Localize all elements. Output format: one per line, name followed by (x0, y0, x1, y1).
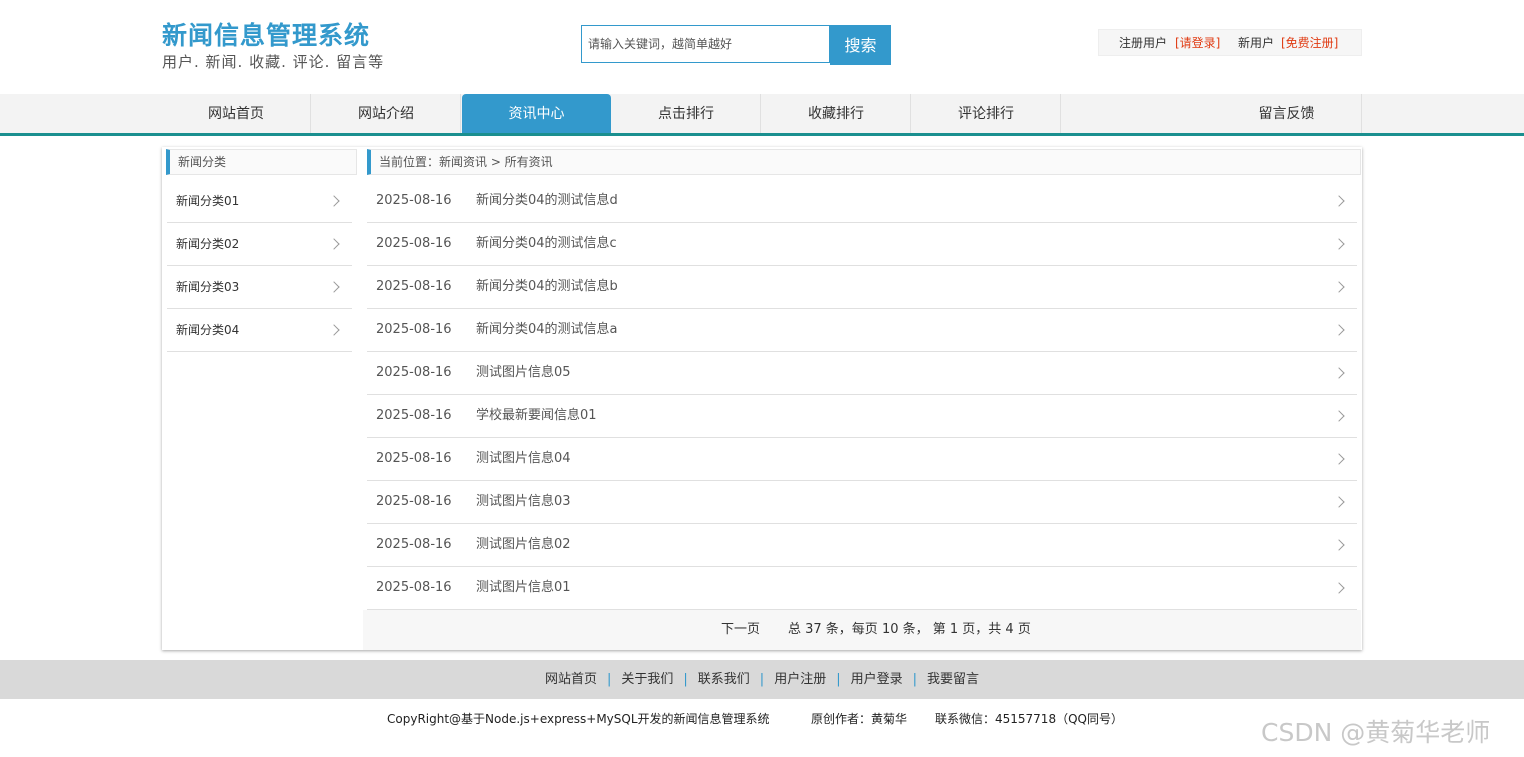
chevron-right-icon (1333, 410, 1345, 422)
footer-separator: | (836, 672, 841, 687)
footer-link-message[interactable]: 我要留言 (927, 672, 979, 687)
footer-link-contact[interactable]: 联系我们 (698, 672, 750, 687)
news-title[interactable]: 新闻分类04的测试信息d (476, 180, 618, 222)
news-title[interactable]: 新闻分类04的测试信息c (476, 223, 617, 265)
category-item[interactable]: 新闻分类01 (167, 180, 352, 223)
nav-item-home[interactable]: 网站首页 (162, 94, 311, 133)
news-item[interactable]: 2025-08-16 测试图片信息03 (367, 481, 1357, 524)
news-item[interactable]: 2025-08-16 新闻分类04的测试信息d (367, 180, 1357, 223)
chevron-right-icon (1333, 281, 1345, 293)
footer-separator: | (683, 672, 688, 687)
news-title[interactable]: 新闻分类04的测试信息b (476, 266, 618, 308)
nav-item-about[interactable]: 网站介绍 (312, 94, 461, 133)
search-input[interactable] (582, 26, 829, 62)
news-date: 2025-08-16 (376, 193, 452, 208)
category-label: 新闻分类02 (176, 237, 240, 251)
news-list: 2025-08-16 新闻分类04的测试信息d 2025-08-16 新闻分类04的… (367, 180, 1357, 610)
news-date: 2025-08-16 (376, 494, 452, 509)
footer-links: 网站首页 | 关于我们 | 联系我们 | 用户注册 | 用户登录 | 我要留言 (0, 660, 1524, 699)
category-item[interactable]: 新闻分类02 (167, 223, 352, 266)
category-header: 新闻分类 (166, 149, 357, 175)
category-label: 新闻分类04 (176, 323, 240, 337)
news-date: 2025-08-16 (376, 580, 452, 595)
news-item[interactable]: 2025-08-16 测试图片信息05 (367, 352, 1357, 395)
chevron-right-icon (1333, 496, 1345, 508)
news-date: 2025-08-16 (376, 322, 452, 337)
chevron-right-icon (1333, 238, 1345, 250)
content-panel: 新闻分类 新闻分类01 新闻分类02 新闻分类03 新闻分类04 当前位置：新闻… (162, 147, 1362, 650)
news-date: 2025-08-16 (376, 365, 452, 380)
register-link[interactable]: [免费注册] (1281, 30, 1338, 56)
news-date: 2025-08-16 (376, 451, 452, 466)
news-date: 2025-08-16 (376, 408, 452, 423)
search-button[interactable]: 搜索 (830, 25, 891, 65)
news-date: 2025-08-16 (376, 236, 452, 251)
chevron-right-icon (1333, 324, 1345, 336)
chevron-right-icon (328, 324, 340, 336)
footer-link-register[interactable]: 用户注册 (774, 672, 826, 687)
news-item[interactable]: 2025-08-16 测试图片信息04 (367, 438, 1357, 481)
site-subtitle: 用户. 新闻. 收藏. 评论. 留言等 (162, 53, 385, 71)
nav-item-click-ranking[interactable]: 点击排行 (612, 94, 761, 133)
breadcrumb: 当前位置：新闻资讯 > 所有资讯 (367, 149, 1361, 175)
news-date: 2025-08-16 (376, 279, 452, 294)
news-title[interactable]: 测试图片信息04 (476, 438, 571, 480)
nav-item-feedback[interactable]: 留言反馈 (1062, 94, 1362, 133)
news-item[interactable]: 2025-08-16 学校最新要闻信息01 (367, 395, 1357, 438)
news-title[interactable]: 测试图片信息03 (476, 481, 571, 523)
site-title[interactable]: 新闻信息管理系统 (162, 16, 370, 52)
header: 新闻信息管理系统 用户. 新闻. 收藏. 评论. 留言等 搜索 注册用户 [请登… (0, 0, 1524, 94)
news-title[interactable]: 新闻分类04的测试信息a (476, 309, 618, 351)
chevron-right-icon (1333, 539, 1345, 551)
next-page-link[interactable]: 下一页 (721, 610, 760, 650)
chevron-right-icon (328, 281, 340, 293)
news-item[interactable]: 2025-08-16 测试图片信息01 (367, 567, 1357, 610)
news-title[interactable]: 测试图片信息05 (476, 352, 571, 394)
news-item[interactable]: 2025-08-16 新闻分类04的测试信息c (367, 223, 1357, 266)
footer-separator: | (606, 672, 612, 687)
pagination-summary: 总 37 条，每页 10 条， 第 1 页，共 4 页 (788, 622, 1031, 637)
copyright-text: CopyRight@基于Node.js+express+MySQL开发的新闻信息… (387, 712, 770, 726)
category-item[interactable]: 新闻分类03 (167, 266, 352, 309)
footer-separator: | (759, 672, 765, 687)
news-item[interactable]: 2025-08-16 新闻分类04的测试信息a (367, 309, 1357, 352)
news-title[interactable]: 学校最新要闻信息01 (476, 395, 597, 437)
nav-item-comment-ranking[interactable]: 评论排行 (912, 94, 1061, 133)
registered-user-label: 注册用户 (1119, 36, 1168, 50)
chevron-right-icon (1333, 582, 1345, 594)
new-user-label: 新用户 (1238, 36, 1275, 50)
news-title[interactable]: 测试图片信息01 (476, 567, 571, 609)
watermark: CSDN @黄菊华老师 (1261, 718, 1491, 747)
pagination: 下一页 总 37 条，每页 10 条， 第 1 页，共 4 页 (363, 610, 1361, 650)
search-box (581, 25, 830, 63)
news-title[interactable]: 测试图片信息02 (476, 524, 571, 566)
category-list: 新闻分类01 新闻分类02 新闻分类03 新闻分类04 (167, 180, 352, 352)
nav-item-news-center[interactable]: 资讯中心 (462, 94, 611, 133)
category-item[interactable]: 新闻分类04 (167, 309, 352, 352)
footer-link-login[interactable]: 用户登录 (851, 672, 903, 687)
chevron-right-icon (1333, 367, 1345, 379)
nav-item-favorite-ranking[interactable]: 收藏排行 (762, 94, 911, 133)
chevron-right-icon (1333, 195, 1345, 207)
footer-link-about[interactable]: 关于我们 (621, 672, 673, 687)
main-nav: 网站首页 网站介绍 资讯中心 点击排行 收藏排行 评论排行 留言反馈 (0, 94, 1524, 136)
login-link[interactable]: [请登录] (1175, 30, 1220, 56)
news-date: 2025-08-16 (376, 537, 452, 552)
category-label: 新闻分类01 (176, 194, 240, 208)
chevron-right-icon (1333, 453, 1345, 465)
footer-link-home[interactable]: 网站首页 (545, 672, 597, 687)
chevron-right-icon (328, 238, 340, 250)
user-box: 注册用户 [请登录] 新用户 [免费注册] (1098, 29, 1362, 56)
contact-text: 联系微信：45157718（QQ同号） (935, 712, 1123, 726)
category-label: 新闻分类03 (176, 280, 240, 294)
chevron-right-icon (328, 195, 340, 207)
news-item[interactable]: 2025-08-16 测试图片信息02 (367, 524, 1357, 567)
news-item[interactable]: 2025-08-16 新闻分类04的测试信息b (367, 266, 1357, 309)
author-text: 原创作者：黄菊华 (811, 712, 908, 726)
footer-separator: | (912, 672, 917, 687)
